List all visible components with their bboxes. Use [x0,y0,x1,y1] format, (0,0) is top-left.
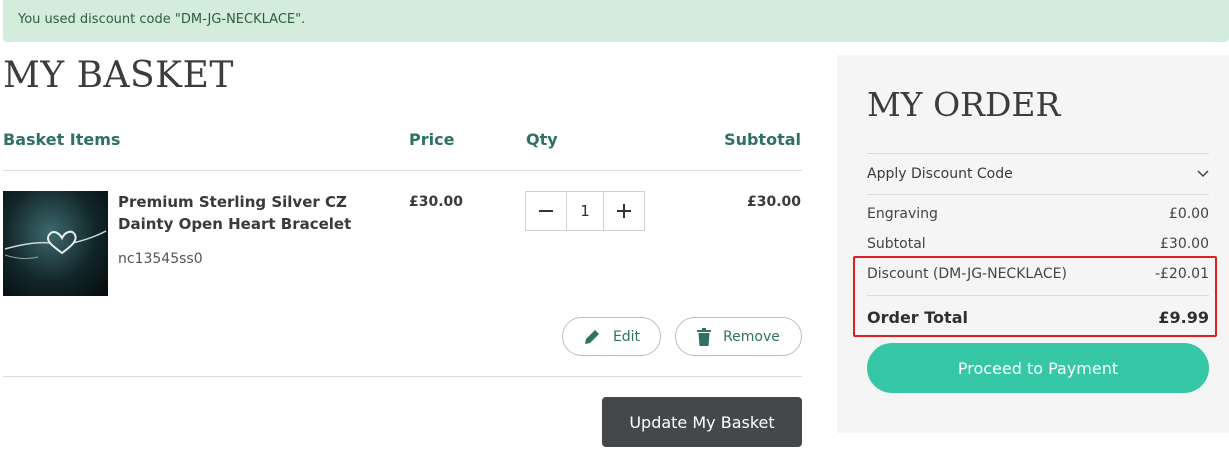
alert-message: You used discount code "DM-JG-NECKLACE". [18,12,306,27]
column-header-price: Price [409,130,455,149]
edit-button[interactable]: Edit [562,317,661,356]
divider [3,376,802,377]
plus-icon [617,204,631,218]
engraving-value: £0.00 [1168,206,1209,222]
remove-label: Remove [723,328,780,345]
increase-quantity-button[interactable] [604,192,644,230]
product-image[interactable] [3,191,108,296]
apply-discount-toggle[interactable]: Apply Discount Code [867,154,1209,194]
engraving-label: Engraving [867,206,938,222]
remove-button[interactable]: Remove [675,317,802,356]
engraving-line: Engraving £0.00 [867,206,1209,222]
update-basket-button[interactable]: Update My Basket [602,397,802,447]
item-subtotal: £30.00 [746,194,801,210]
column-header-items: Basket Items [3,130,121,149]
item-price: £30.00 [409,194,464,210]
subtotal-line: Subtotal £30.00 [867,236,1209,252]
proceed-to-payment-button[interactable]: Proceed to Payment [867,343,1209,393]
heart-bracelet-image [4,230,107,260]
subtotal-value: £30.00 [1160,236,1209,252]
discount-alert: You used discount code "DM-JG-NECKLACE". [3,0,1229,42]
subtotal-label: Subtotal [867,236,926,252]
discount-highlight-box [853,256,1217,337]
product-sku: nc13545ss0 [118,251,203,267]
divider [867,194,1209,195]
minus-icon [539,210,553,212]
pencil-icon [584,329,599,344]
divider [3,170,802,171]
basket-title: MY BASKET [3,55,234,96]
decrease-quantity-button[interactable] [526,192,566,230]
product-name[interactable]: Premium Sterling Silver CZ Dainty Open H… [118,191,388,235]
quantity-input[interactable]: 1 [566,192,604,230]
chevron-down-icon [1197,170,1209,178]
column-header-subtotal: Subtotal [724,130,801,149]
trash-icon [697,327,712,346]
quantity-stepper: 1 [525,191,645,231]
edit-label: Edit [612,328,641,345]
column-header-qty: Qty [526,130,558,149]
order-title: MY ORDER [867,85,1061,124]
apply-discount-label: Apply Discount Code [867,166,1013,182]
